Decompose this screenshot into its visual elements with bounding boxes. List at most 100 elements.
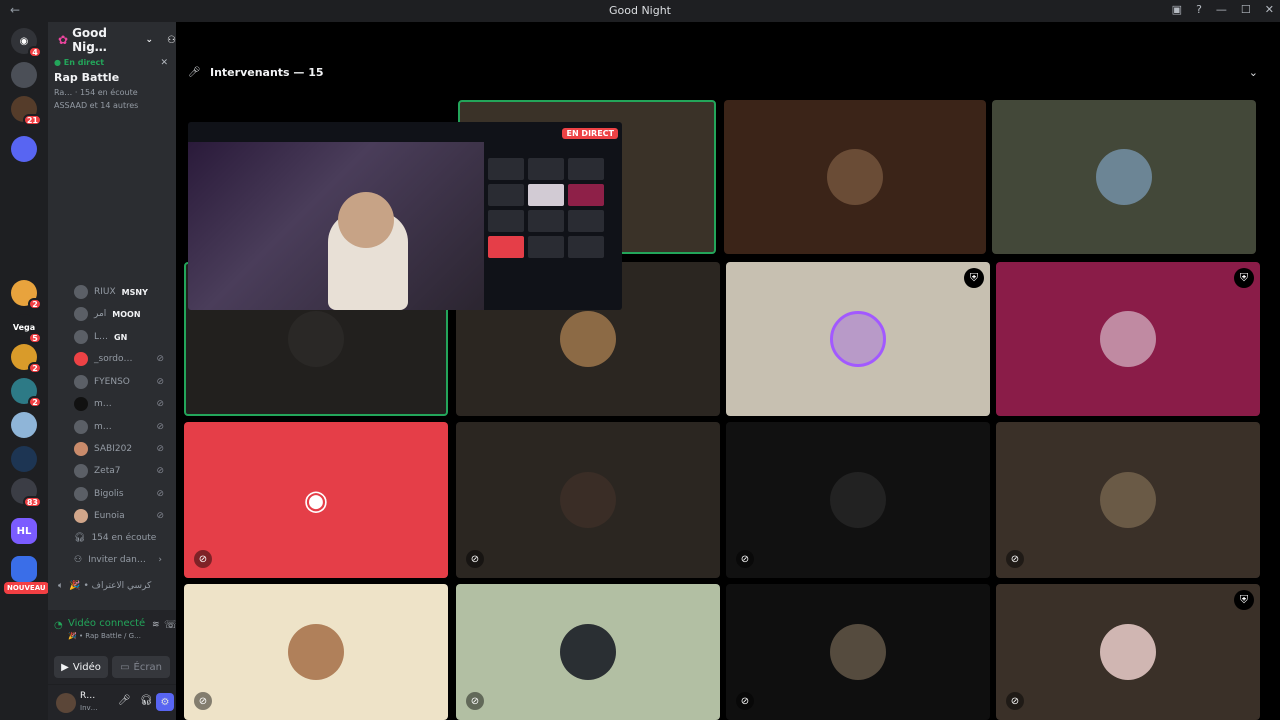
speaker-tile[interactable]: ⛨ xyxy=(726,262,990,416)
member-item[interactable]: _sordo… ⊘ xyxy=(74,349,170,369)
mic-muted-icon: ⊘ xyxy=(466,550,484,568)
video-button[interactable]: ▶ Vidéo xyxy=(54,656,108,678)
server-hl[interactable]: HL xyxy=(11,518,37,544)
server-icon[interactable] xyxy=(11,136,37,162)
webcam-feed xyxy=(188,142,484,310)
speaker-tile[interactable]: ⊘ xyxy=(726,422,990,578)
member-item[interactable]: Zeta7 ⊘ xyxy=(74,461,170,481)
mic-muted-icon: ⊘ xyxy=(156,466,164,476)
member-item[interactable]: m… ⊘ xyxy=(74,417,170,437)
sound-wave-icon[interactable]: ≋ xyxy=(152,620,160,630)
speaker-icon: 🔈︎ xyxy=(58,581,64,591)
live-stage-card[interactable]: ● En direct Rap Battle Ra… · 154 en écou… xyxy=(54,58,170,110)
member-item[interactable]: L… GN xyxy=(74,327,170,347)
mic-muted-icon: ⊘ xyxy=(194,550,212,568)
folder-icon[interactable] xyxy=(11,556,37,582)
add-user-icon: ⚇ xyxy=(74,555,83,565)
stream-popup[interactable]: EN DIRECT xyxy=(188,122,622,310)
member-item[interactable]: RIUX MSNY xyxy=(74,282,170,302)
member-item[interactable]: امر MOON xyxy=(74,304,170,324)
screen-icon: ▭ xyxy=(120,661,130,673)
speaker-tile[interactable]: ⊘ xyxy=(184,584,448,720)
voice-status[interactable]: Vidéo connecté xyxy=(68,618,145,629)
voice-channel-item[interactable]: 🔈︎ 🎉 • كرسي الاعتراف xyxy=(58,576,170,596)
server-icon[interactable] xyxy=(11,412,37,438)
server-sidebar: ◉ 4 21 2 Vega 5 2 2 83 HL NOUVEAU xyxy=(0,22,49,720)
live-badge: EN DIRECT xyxy=(562,128,618,139)
member-item[interactable]: m… ⊘ xyxy=(74,394,170,414)
server-icon[interactable]: 21 xyxy=(11,96,42,126)
mic-muted-icon: ⊘ xyxy=(736,692,754,710)
live-label: En direct xyxy=(63,58,105,67)
chevron-down-icon[interactable]: ⌄ xyxy=(1249,66,1258,79)
stage-main: 🎤︎ Intervenants — 15 ⌄ ⛨ ⛨ ◉ ⊘ ⊘ ⊘ ⊘ ⊘ ⊘… xyxy=(176,22,1280,720)
headphones-icon[interactable]: 🎧︎ xyxy=(140,695,153,706)
stage-meta: Ra… · 154 en écoute xyxy=(54,88,138,97)
guild-name: Good Nig… xyxy=(72,26,107,54)
mic-muted-icon: ⊘ xyxy=(1006,692,1024,710)
server-icon[interactable] xyxy=(11,446,37,472)
member-item[interactable]: SABI202 ⊘ xyxy=(74,439,170,459)
speaker-tile[interactable] xyxy=(992,100,1256,254)
chevron-down-icon: ⌄ xyxy=(145,35,154,45)
speakers-header: Intervenants — 15 xyxy=(210,66,324,79)
minimize-icon[interactable]: — xyxy=(1216,3,1227,16)
moderator-shield-icon: ⛨ xyxy=(1234,268,1254,288)
window-controls: ▣ ? — ☐ ✕ xyxy=(1172,3,1274,16)
dm-avatar[interactable] xyxy=(11,62,37,88)
speaker-tile[interactable]: ⊘ xyxy=(456,422,720,578)
server-icon[interactable]: 2 xyxy=(11,378,42,408)
listeners-item[interactable]: 🎧︎ 154 en écoute xyxy=(74,528,170,548)
member-item[interactable]: Eunoia ⊘ xyxy=(74,506,170,526)
maximize-icon[interactable]: ☐ xyxy=(1241,3,1251,16)
screen-share-button[interactable]: ▭ Écran xyxy=(112,656,170,678)
mic-muted-icon: ⊘ xyxy=(156,422,164,432)
mic-muted-icon: ⊘ xyxy=(194,692,212,710)
add-member-icon[interactable]: ⚇ xyxy=(167,35,176,46)
server-vega[interactable]: Vega 5 xyxy=(11,314,42,344)
headphones-icon: 🎧︎ xyxy=(74,533,86,543)
new-badge: NOUVEAU xyxy=(4,582,49,594)
speaker-tile[interactable]: ⊘ xyxy=(726,584,990,720)
speaker-tile-video[interactable] xyxy=(724,100,986,254)
microphone-icon[interactable]: 🎤︎ xyxy=(118,695,131,706)
mic-muted-icon: ⊘ xyxy=(466,692,484,710)
microphone-icon: 🎤︎ xyxy=(188,67,201,78)
home-discord-icon[interactable]: ◉ 4 xyxy=(11,28,42,58)
speaker-tile[interactable]: ⊘ xyxy=(456,584,720,720)
settings-gear-icon[interactable]: ⚙ xyxy=(156,693,174,711)
channel-sidebar: ✿ Good Nig… ⌄ ⚇ ● En direct Rap Battle R… xyxy=(48,22,178,720)
member-item[interactable]: Bigolis ⊘ xyxy=(74,484,170,504)
discord-logo-icon: ◉ xyxy=(303,483,329,517)
mic-muted-icon: ⊘ xyxy=(1006,550,1024,568)
mic-muted-icon: ⊘ xyxy=(156,489,164,499)
inbox-icon[interactable]: ▣ xyxy=(1172,3,1182,16)
invite-item[interactable]: ⚇ Inviter dan… › xyxy=(74,550,170,570)
mic-muted-icon: ⊘ xyxy=(736,550,754,568)
user-name: R… xyxy=(80,691,96,701)
chevron-right-icon: › xyxy=(158,555,162,565)
close-icon[interactable]: ✕ xyxy=(160,58,168,68)
moderator-shield-icon: ⛨ xyxy=(1234,590,1254,610)
speaker-tile[interactable]: ⛨ xyxy=(996,262,1260,416)
close-icon[interactable]: ✕ xyxy=(1265,3,1274,16)
mic-muted-icon: ⊘ xyxy=(156,354,164,364)
stream-preview-grid xyxy=(488,158,604,258)
voice-sub: 🎉 • Rap Battle / G… xyxy=(68,632,142,640)
user-panel: R… Inv… 🎤︎ 🎧︎ ⚙ xyxy=(48,684,176,720)
user-status: Inv… xyxy=(80,704,98,712)
speaker-tile[interactable]: ⛨ ⊘ xyxy=(996,584,1260,720)
mic-muted-icon: ⊘ xyxy=(156,511,164,521)
server-icon[interactable]: 2 xyxy=(11,280,42,310)
speaker-tile[interactable]: ⊘ xyxy=(996,422,1260,578)
avatar[interactable] xyxy=(56,693,76,713)
guild-header[interactable]: ✿ Good Nig… ⌄ ⚇ xyxy=(48,22,176,58)
server-icon[interactable]: 83 xyxy=(11,478,42,508)
stage-name: Rap Battle xyxy=(54,71,120,84)
help-icon[interactable]: ? xyxy=(1196,3,1202,16)
member-item[interactable]: FYENSO ⊘ xyxy=(74,372,170,392)
server-icon[interactable]: 2 xyxy=(11,344,42,374)
stage-others: ASSAAD et 14 autres xyxy=(54,101,139,110)
speaker-tile[interactable]: ◉ ⊘ xyxy=(184,422,448,578)
window-title: Good Night xyxy=(608,4,671,17)
